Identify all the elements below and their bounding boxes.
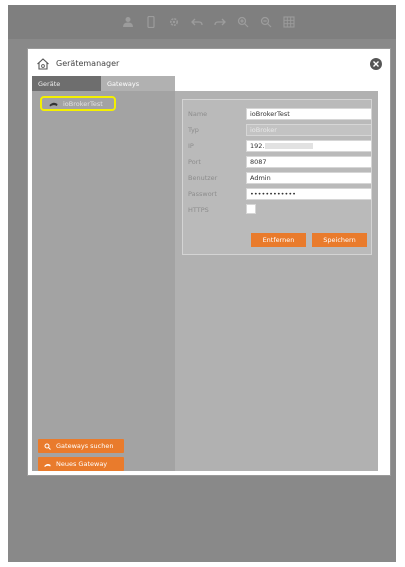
https-checkbox[interactable] [246, 204, 256, 214]
phone-icon[interactable] [145, 16, 157, 28]
ip-label: IP [188, 142, 194, 150]
passwort-label: Passwort [188, 190, 217, 198]
save-button[interactable]: Speichern [312, 233, 367, 247]
ip-redacted [265, 143, 314, 149]
device-manager-dialog: Gerätemanager Geräte Gateways ioBrokerTe… [27, 48, 391, 476]
typ-field: ioBroker [246, 124, 372, 136]
search-gateways-button[interactable]: Gateways suchen [38, 439, 124, 453]
form-row-passwort: Passwort •••••••••••• [188, 188, 372, 200]
device-details-panel: Name ioBrokerTest Typ ioBroker IP 192. P… [175, 91, 378, 471]
https-label: HTTPS [188, 206, 209, 214]
ip-value: 192. [250, 142, 265, 150]
device-list-item[interactable]: ioBrokerTest [40, 96, 116, 111]
form-row-typ: Typ ioBroker [188, 124, 372, 136]
form-row-port: Port 8087 [188, 156, 372, 168]
zoom-out-icon[interactable] [260, 16, 272, 28]
close-icon [373, 61, 379, 67]
new-gateway-label: Neues Gateway [56, 460, 108, 468]
typ-label: Typ [188, 126, 199, 134]
device-list-panel: ioBrokerTest Gateways suchen Neues Gatew… [32, 91, 175, 471]
device-list-item-label: ioBrokerTest [63, 99, 103, 108]
close-button[interactable] [370, 58, 382, 70]
home-settings-icon [36, 57, 50, 71]
benutzer-field[interactable]: Admin [246, 172, 372, 184]
redo-icon[interactable] [213, 16, 226, 28]
tab-bar: Geräte Gateways [32, 76, 175, 91]
remove-button[interactable]: Entfernen [251, 233, 306, 247]
tab-geraete[interactable]: Geräte [32, 76, 101, 91]
port-field[interactable]: 8087 [246, 156, 372, 168]
user-icon[interactable] [122, 16, 134, 28]
passwort-field[interactable]: •••••••••••• [246, 188, 372, 200]
toolbar [8, 5, 396, 39]
form-row-ip: IP 192. [188, 140, 372, 152]
name-field[interactable]: ioBrokerTest [246, 108, 372, 120]
device-form: Name ioBrokerTest Typ ioBroker IP 192. P… [182, 99, 372, 255]
form-row-benutzer: Benutzer Admin [188, 172, 372, 184]
form-row-name: Name ioBrokerTest [188, 108, 372, 120]
dialog-title: Gerätemanager [56, 59, 120, 68]
new-gateway-button[interactable]: Neues Gateway [38, 457, 124, 471]
undo-icon[interactable] [190, 16, 203, 28]
name-label: Name [188, 110, 208, 118]
app-background: Gerätemanager Geräte Gateways ioBrokerTe… [8, 5, 396, 562]
dialog-header: Gerätemanager [28, 49, 390, 77]
tab-gateways[interactable]: Gateways [101, 76, 175, 91]
device-icon [49, 102, 58, 106]
form-row-https: HTTPS [188, 204, 368, 216]
grid-icon[interactable] [282, 16, 295, 28]
port-label: Port [188, 158, 201, 166]
search-gateways-label: Gateways suchen [56, 442, 114, 450]
search-icon [44, 443, 51, 450]
gear-icon[interactable] [168, 16, 180, 28]
ip-field[interactable]: 192. [246, 140, 372, 152]
zoom-in-icon[interactable] [237, 16, 249, 28]
benutzer-label: Benutzer [188, 174, 218, 182]
gateway-icon [44, 463, 51, 467]
